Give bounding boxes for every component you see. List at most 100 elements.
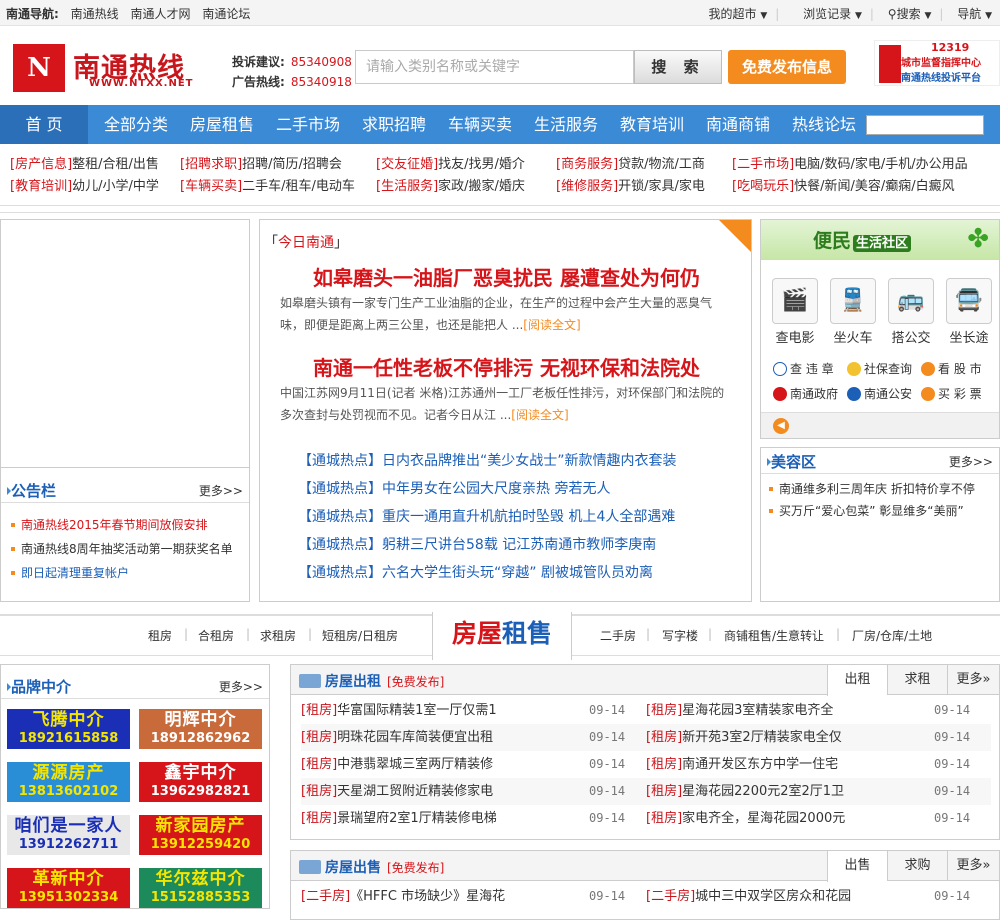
listing-link[interactable]: [租房]新开苑3室2厅精装家电全仅 xyxy=(646,724,842,751)
sale-listing-panel: 房屋出售 [免费发布] 出售 求购 更多» [二手房]《HFFC 市场缺少》星海花… xyxy=(290,850,1000,920)
house-link-secondhand[interactable]: 二手房 xyxy=(600,627,636,644)
category-repair[interactable]: [维修服务]开锁/家具/家电 xyxy=(556,175,705,194)
brand-agency-card[interactable]: 新家园房产 13912259420 xyxy=(139,815,262,855)
listing-link[interactable]: [二手房]城中三中双学区房众和花园 xyxy=(646,883,851,910)
listing-link[interactable]: [租房]南通开发区东方中学一住宅 xyxy=(646,751,838,778)
ad-slot[interactable] xyxy=(1,220,249,468)
nav-life-service[interactable]: 生活服务 xyxy=(534,105,598,144)
chevron-right-icon: » xyxy=(982,858,991,873)
list-item[interactable]: 买万斤“爱心包菜” 彰显维多“美丽” xyxy=(761,500,999,522)
my-market-menu[interactable]: 我的超市 ▼ xyxy=(699,7,768,21)
service-bus[interactable]: 🚌 搭公交 xyxy=(887,278,935,346)
list-item[interactable]: 即日起清理重复帐户 xyxy=(1,561,249,585)
nav-jobs[interactable]: 求职招聘 xyxy=(362,105,426,144)
brand-agency-card[interactable]: 华尔兹中介 15152885353 xyxy=(139,868,262,908)
nav-cars[interactable]: 车辆买卖 xyxy=(448,105,512,144)
history-menu[interactable]: 浏览记录 ▼ xyxy=(793,7,862,21)
listing-link[interactable]: [租房]明珠花园车库简装便宜出租 xyxy=(301,724,493,751)
listing-link[interactable]: [租房]家电齐全，星海花园2000元 xyxy=(646,805,845,832)
nav-second-hand[interactable]: 二手市场 xyxy=(276,105,340,144)
hot-item[interactable]: 【通城热点】日内衣品牌推出“美少女战士”新款情趣内衣套装 xyxy=(298,450,677,470)
listing-link[interactable]: [租房]星海花园2200元2室2厅1卫 xyxy=(646,778,844,805)
house-link-seek[interactable]: 求租房 xyxy=(260,627,296,644)
tab-seek-buy[interactable]: 求购 xyxy=(887,851,947,881)
brand-agency-card[interactable]: 源源房产 13813602102 xyxy=(7,762,130,802)
headline-2[interactable]: 南通一任性老板不停排污 无视环保和法院处 xyxy=(260,352,753,381)
rent-free-post-link[interactable]: [免费发布] xyxy=(387,675,444,689)
service-train[interactable]: 🚆 坐火车 xyxy=(829,278,877,346)
agency-name: 飞腾中介 xyxy=(32,710,105,730)
read-more-link[interactable]: [阅读全文] xyxy=(511,408,568,422)
link-traffic-violation[interactable]: 查 违 章 xyxy=(773,360,834,377)
category-cars[interactable]: [车辆买卖]二手车/租车/电动车 xyxy=(180,175,355,194)
category-education[interactable]: [教育培训]幼儿/小学/中学 xyxy=(10,175,159,194)
listing-link[interactable]: [租房]华富国际精装1室一厅仅需1 xyxy=(301,697,497,724)
free-post-button[interactable]: 免费发布信息 xyxy=(728,50,846,84)
category-life[interactable]: [生活服务]家政/搬家/婚庆 xyxy=(376,175,525,194)
hot-item[interactable]: 【通城热点】重庆一通用直升机航拍时坠毁 机上4人全部遇难 xyxy=(298,506,675,526)
listing-link[interactable]: [租房]天星湖工贸附近精装修家电 xyxy=(301,778,493,805)
category-secondhand[interactable]: [二手市场]电脑/数码/家电/手机/办公用品 xyxy=(732,153,968,172)
listing-link[interactable]: [租房]景瑞望府2室1厅精装修电梯 xyxy=(301,805,497,832)
supervision-ad-banner[interactable]: 12319 城市监督指挥中心 南通热线投诉平台 xyxy=(874,40,1000,86)
link-social-security[interactable]: 社保查询 xyxy=(847,360,912,377)
house-link-factory[interactable]: 厂房/仓库/土地 xyxy=(852,627,932,644)
listing-link[interactable]: [租房]中港翡翠城三室两厅精装修 xyxy=(301,751,493,778)
nav-shops[interactable]: 南通商铺 xyxy=(706,105,770,144)
top-link-ntrx[interactable]: 南通热线 xyxy=(71,7,119,21)
hot-item[interactable]: 【通城热点】中年男女在公园大尺度亲热 旁若无人 xyxy=(298,478,610,498)
tab-seek-rent[interactable]: 求租 xyxy=(887,665,947,695)
category-business[interactable]: [商务服务]贷款/物流/工商 xyxy=(556,153,705,172)
brand-agency-card[interactable]: 革新中介 13951302334 xyxy=(7,868,130,908)
tab-sale[interactable]: 出售 xyxy=(827,851,887,882)
link-government[interactable]: 南通政府 xyxy=(773,385,838,402)
nav-home[interactable]: 首 页 xyxy=(0,105,88,144)
house-link-rent[interactable]: 租房 xyxy=(148,627,172,644)
nav-forum[interactable]: 热线论坛 xyxy=(792,105,856,144)
search-input[interactable]: 请输入类别名称或关键字 xyxy=(355,50,634,84)
nav-education[interactable]: 教育培训 xyxy=(620,105,684,144)
site-logo[interactable]: N 南通热线 WWW.NTXX.NET xyxy=(13,44,215,92)
nav-menu[interactable]: 导航 ▼ xyxy=(957,7,992,21)
service-coach[interactable]: 🚍 坐长途 xyxy=(945,278,993,346)
nav-all-categories[interactable]: 全部分类 xyxy=(104,105,168,144)
sale-more-tab[interactable]: 更多» xyxy=(947,851,999,881)
sale-free-post-link[interactable]: [免费发布] xyxy=(387,861,444,875)
notice-more-link[interactable]: 更多>> xyxy=(199,482,243,499)
hot-item[interactable]: 【通城热点】躬耕三尺讲台58载 记江苏南通市教师李庚南 xyxy=(298,534,656,554)
brand-more-link[interactable]: 更多>> xyxy=(219,678,263,695)
rent-more-tab[interactable]: 更多» xyxy=(947,665,999,695)
link-stocks[interactable]: 看 股 市 xyxy=(921,360,982,377)
link-lottery[interactable]: 买 彩 票 xyxy=(921,385,982,402)
house-link-office[interactable]: 写字楼 xyxy=(662,627,698,644)
beauty-more-link[interactable]: 更多>> xyxy=(949,453,993,470)
list-item[interactable]: 南通热线2015年春节期间放假安排 xyxy=(1,513,249,537)
top-link-talent[interactable]: 南通人才网 xyxy=(130,7,190,21)
house-link-shared[interactable]: 合租房 xyxy=(198,627,234,644)
search-menu[interactable]: ⚲搜索 ▼ xyxy=(888,7,932,21)
read-more-link[interactable]: [阅读全文] xyxy=(523,318,580,332)
list-item[interactable]: 南通热线8周年抽奖活动第一期获奖名单 xyxy=(1,537,249,561)
category-dating[interactable]: [交友征婚]找友/找男/婚介 xyxy=(376,153,525,172)
list-item[interactable]: 南通维多利三周年庆 折扣特价享不停 xyxy=(761,478,999,500)
tab-rent[interactable]: 出租 xyxy=(827,665,887,696)
link-police[interactable]: 南通公安 xyxy=(847,385,912,402)
category-fun[interactable]: [吃喝玩乐]快餐/新闻/美容/癫痫/白癜风 xyxy=(732,175,955,194)
brand-agency-card[interactable]: 明辉中介 18912862962 xyxy=(139,709,262,749)
category-house[interactable]: [房产信息]整租/合租/出售 xyxy=(10,153,159,172)
top-link-forum[interactable]: 南通论坛 xyxy=(202,7,250,21)
listing-link[interactable]: [二手房]《HFFC 市场缺少》星海花 xyxy=(301,883,505,910)
nav-house[interactable]: 房屋租售 xyxy=(190,105,254,144)
listing-link[interactable]: [租房]星海花园3室精装家电齐全 xyxy=(646,697,833,724)
house-link-shop[interactable]: 商铺租售/生意转让 xyxy=(724,627,824,644)
nav-search-input[interactable] xyxy=(866,115,984,135)
house-link-short[interactable]: 短租房/日租房 xyxy=(322,627,398,644)
hot-item[interactable]: 【通城热点】六名大学生街头玩“穿越” 剧被城管队员劝离 xyxy=(298,562,653,582)
brand-agency-card[interactable]: 飞腾中介 18921615858 xyxy=(7,709,130,749)
search-button[interactable]: 搜 索 xyxy=(634,50,722,84)
service-movie[interactable]: 🎬 查电影 xyxy=(771,278,819,346)
headline-1[interactable]: 如皋磨头一油脂厂恶臭扰民 屡遭查处为何仍 xyxy=(260,262,753,291)
category-jobs[interactable]: [招聘求职]招聘/简历/招聘会 xyxy=(180,153,342,172)
brand-agency-card[interactable]: 鑫宇中介 13962982821 xyxy=(139,762,262,802)
brand-agency-card[interactable]: 咱们是一家人 13912262711 xyxy=(7,815,130,855)
